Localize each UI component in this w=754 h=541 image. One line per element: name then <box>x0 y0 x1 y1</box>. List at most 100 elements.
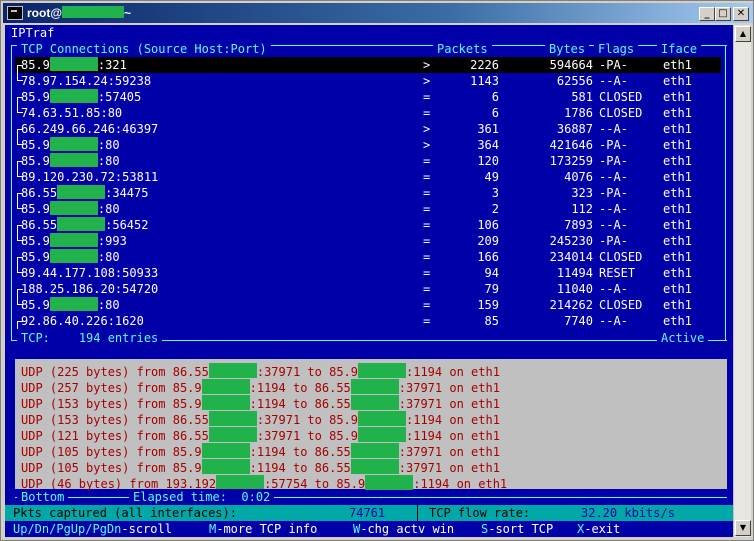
tcp-row[interactable]: 85.9:80 >364 421646 -PA-eth1 <box>15 137 721 153</box>
tcp-row[interactable]: 85.9:993 = 209 245230 -PA-eth1 <box>15 233 721 249</box>
udp-entry: UDP (121 bytes) from 86.55:37971 to 85.9… <box>21 427 500 443</box>
tcp-row[interactable]: 89.44.177.108:50933 = 94 11494 RESET eth1 <box>15 265 721 281</box>
tcp-host: 85.9:57405 <box>21 89 141 105</box>
tcp-row[interactable]: 92.86.40.226:1620 = 85 7740 --A-eth1 <box>15 313 721 329</box>
status-bar: Pkts captured (all interfaces): 74761 TC… <box>5 505 733 521</box>
tcp-iface: eth1 <box>663 58 692 72</box>
redacted-ip <box>358 363 406 378</box>
tcp-footer-label: TCP: 194 entries <box>17 330 163 346</box>
tcp-direction: > <box>423 122 431 136</box>
scroll-down-icon[interactable]: ▼ <box>735 520 751 536</box>
tcp-pair-bracket <box>17 289 23 297</box>
tcp-host: 66.249.66.246:46397 <box>21 121 158 137</box>
tcp-iface: eth1 <box>663 234 692 248</box>
title-user: root@ <box>27 6 63 20</box>
host-prefix: 66.249.66.246:46397 <box>21 122 159 136</box>
command-hint: S-sort TCP <box>481 521 553 537</box>
tcp-direction: = <box>423 314 431 328</box>
tcp-flags: --A- <box>599 74 628 88</box>
host-port: :80 <box>97 298 120 312</box>
tcp-entry-count: 194 entries <box>78 331 159 345</box>
host-port: :80 <box>97 154 120 168</box>
command-desc: -chg actv win <box>360 522 455 536</box>
host-port: :57405 <box>97 90 142 104</box>
udp-entry: UDP (225 bytes) from 86.55:37971 to 85.9… <box>21 363 500 379</box>
tcp-row[interactable]: 78.97.154.24:59238 >1143 62556 --A-eth1 <box>15 73 721 89</box>
scroll-up-icon[interactable]: ▲ <box>735 26 751 42</box>
udp-destination: :1194 to 86.55 <box>249 397 351 411</box>
tcp-flags: -PA- <box>599 154 628 168</box>
tcp-bytes: 421646 <box>549 138 593 152</box>
tcp-packets: 6 <box>491 90 499 104</box>
udp-destination: :57754 to 85.9 <box>264 477 366 491</box>
tcp-direction: = <box>423 186 431 200</box>
redacted-ip <box>201 379 250 394</box>
tcp-pair-bracket <box>17 233 23 241</box>
tcp-packets: 361 <box>477 122 499 136</box>
status-divider <box>417 505 418 521</box>
minimize-button[interactable]: _ <box>699 7 715 21</box>
host-prefix: 74.63.51.85:80 <box>21 106 123 120</box>
redacted-ip <box>49 153 98 167</box>
tcp-pair-bracket <box>17 161 23 169</box>
terminal-window: root@ ~ _ □ ✕ IPTraf TCP Connections (Sou… <box>0 0 754 541</box>
tcp-host: 92.86.40.226:1620 <box>21 313 144 329</box>
tcp-flow-label: TCP flow rate: <box>429 506 531 520</box>
redacted-ip <box>49 249 98 263</box>
tcp-pair-bracket <box>17 73 23 81</box>
tcp-host: 188.25.186.20:54720 <box>21 281 158 297</box>
udp-destination: :37971 to 85.9 <box>256 413 358 427</box>
tcp-direction: = <box>423 106 431 120</box>
tcp-header-bytes[interactable]: Bytes <box>545 41 590 57</box>
tcp-pair-bracket <box>17 225 23 233</box>
tcp-iface: eth1 <box>663 90 692 104</box>
tcp-header-packets[interactable]: Packets <box>433 41 492 57</box>
tcp-row[interactable]: 85.9:80 = 159 214262 CLOSED eth1 <box>15 297 721 313</box>
tcp-row[interactable]: 66.249.66.246:46397 >361 36887 --A-eth1 <box>15 121 721 137</box>
terminal-icon <box>7 6 23 20</box>
tcp-row[interactable]: 86.55:56452 = 106 7893 --A-eth1 <box>15 217 721 233</box>
console[interactable]: IPTraf TCP Connections (Source Host:Port… <box>5 25 733 537</box>
tcp-row[interactable]: 86.55:34475 = 3 323 -PA-eth1 <box>15 185 721 201</box>
udp-interface: :1194 on eth1 <box>406 365 500 379</box>
tcp-row[interactable]: 89.120.230.72:53811 = 49 4076 --A-eth1 <box>15 169 721 185</box>
udp-footer-elapsed: Elapsed time: 0:02 <box>129 489 275 505</box>
tcp-host: 89.120.230.72:53811 <box>21 169 158 185</box>
tcp-row[interactable]: 85.9:321 >2226 594664 -PA-eth1 <box>15 57 721 73</box>
host-port: :80 <box>97 138 120 152</box>
tcp-row[interactable]: 74.63.51.85:80 = 6 1786 CLOSED eth1 <box>15 105 721 121</box>
vertical-scrollbar[interactable]: ▲ ▼ <box>733 25 751 537</box>
command-desc: -sort TCP <box>488 522 554 536</box>
tcp-bytes: 7740 <box>564 314 593 328</box>
tcp-direction: > <box>423 58 431 72</box>
command-key: Up/Dn/PgUp/PgDn <box>13 522 122 536</box>
tcp-row[interactable]: 85.9:80 = 2 112 --A-eth1 <box>15 201 721 217</box>
redacted-hostname <box>62 6 125 18</box>
host-prefix: 85.9 <box>21 234 50 248</box>
tcp-bytes: 245230 <box>549 234 593 248</box>
tcp-host: 85.9:321 <box>21 57 127 73</box>
tcp-row[interactable]: 188.25.186.20:54720 = 79 11040 --A-eth1 <box>15 281 721 297</box>
close-button[interactable]: ✕ <box>733 7 749 21</box>
tcp-packets: 2226 <box>470 58 499 72</box>
title-bar[interactable]: root@ ~ _ □ ✕ <box>3 3 753 23</box>
tcp-row[interactable]: 85.9:57405 = 6 581 CLOSED eth1 <box>15 89 721 105</box>
tcp-packets: 2 <box>491 202 499 216</box>
command-desc: -more TCP info <box>216 522 318 536</box>
udp-source: UDP (121 bytes) from 86.55 <box>21 429 209 443</box>
tcp-pair-bracket <box>17 137 23 145</box>
tcp-bytes: 1786 <box>564 106 593 120</box>
tcp-status: Active <box>657 330 709 346</box>
tcp-row[interactable]: 85.9:80 = 166 234014 CLOSED eth1 <box>15 249 721 265</box>
pkts-captured-label: Pkts captured (all interfaces): <box>13 506 237 520</box>
tcp-pair-bracket <box>17 321 23 329</box>
udp-interface: :1194 on eth1 <box>406 429 500 443</box>
udp-entry: UDP (153 bytes) from 85.9:1194 to 86.55:… <box>21 395 500 411</box>
tcp-host: 85.9:80 <box>21 201 120 217</box>
maximize-button[interactable]: □ <box>715 7 731 21</box>
tcp-iface: eth1 <box>663 282 692 296</box>
udp-entry: UDP (105 bytes) from 85.9:1194 to 86.55:… <box>21 443 500 459</box>
tcp-iface: eth1 <box>663 250 692 264</box>
tcp-row[interactable]: 85.9:80 = 120 173259 -PA-eth1 <box>15 153 721 169</box>
udp-panel[interactable]: UDP (225 bytes) from 86.55:37971 to 85.9… <box>15 359 727 491</box>
